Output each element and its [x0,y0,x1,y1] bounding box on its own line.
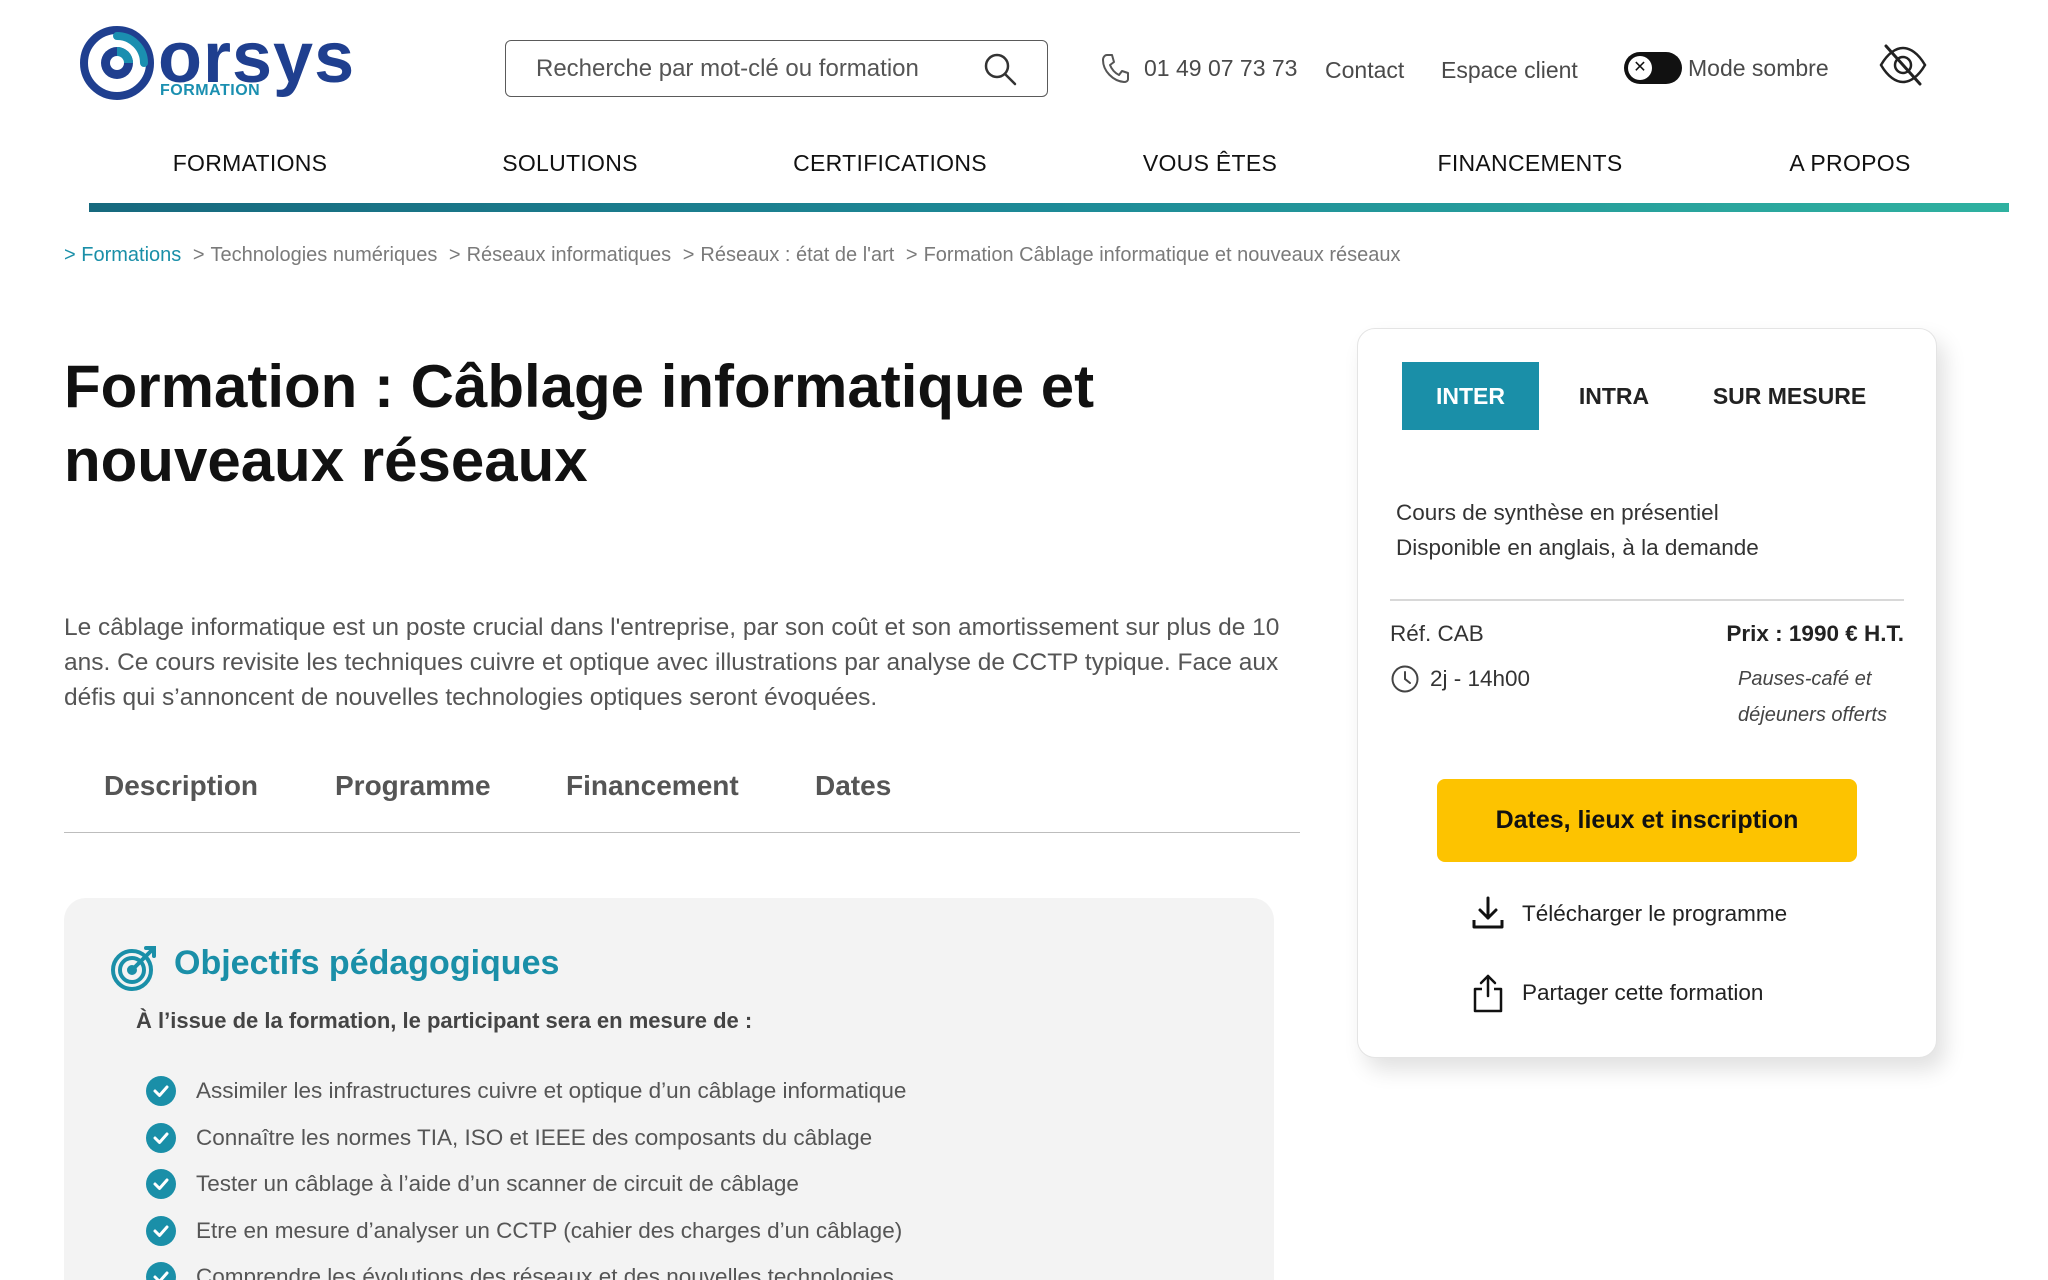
phone-icon [1102,54,1129,83]
phone-link[interactable]: 01 49 07 73 73 [1100,52,1297,84]
pauses-note: Pauses-café et déjeuners offerts [1738,661,1908,733]
dark-mode-toggle[interactable]: ✕ Mode sombre [1624,52,1829,84]
close-icon: ✕ [1628,56,1652,80]
divider [1390,599,1904,601]
pauses-line: Pauses-café et [1738,668,1872,690]
breadcrumb-separator: > [448,244,461,266]
search-input[interactable] [536,54,983,83]
check-circle-icon [146,1076,176,1107]
tab-sur-mesure[interactable]: SUR MESURE [1692,362,1887,430]
breadcrumb-item-etat-art[interactable]: Réseaux : état de l'art [700,244,894,266]
dates-inscription-button[interactable]: Dates, lieux et inscription [1437,779,1857,862]
tab-financement[interactable]: Financement [566,770,739,802]
search-icon[interactable] [983,52,1017,86]
nav-item-solutions[interactable]: SOLUTIONS [502,150,638,177]
breadcrumb-current: Formation Câblage informatique et nouvea… [923,244,1401,266]
share-formation-link[interactable]: Partager cette formation [1470,973,1763,1013]
dark-mode-label: Mode sombre [1688,55,1829,81]
download-label: Télécharger le programme [1522,901,1788,926]
duration-value: 2j - 14h00 [1430,666,1531,691]
objectives-title: Objectifs pédagogiques [174,944,560,982]
download-programme-link[interactable]: Télécharger le programme [1470,894,1787,934]
tab-dates[interactable]: Dates [815,770,891,802]
orsys-swirl-icon [80,26,154,100]
espace-client-link[interactable]: Espace client [1441,56,1578,84]
objectives-card: Objectifs pédagogiques À l’issue de la f… [64,898,1274,1280]
phone-number: 01 49 07 73 73 [1144,55,1298,81]
search-box [505,40,1048,97]
list-item: Assimiler les infrastructures cuivre et … [146,1068,906,1115]
target-icon [111,946,156,991]
check-circle-icon [146,1262,176,1280]
breadcrumb: > Formations > Technologies numériques > R… [64,244,1401,267]
dejeuners-line: déjeuners offerts [1738,704,1887,726]
eye-slash-icon[interactable] [1878,42,1928,88]
course-reference: Réf. CAB [1390,621,1484,646]
toggle-switch[interactable]: ✕ [1624,52,1682,84]
objectives-list: Assimiler les infrastructures cuivre et … [146,1068,906,1280]
check-circle-icon [146,1122,176,1153]
nav-item-financements[interactable]: FINANCEMENTS [1437,150,1622,177]
objectives-lead: À l’issue de la formation, le participan… [136,1008,753,1033]
logo-subtitle: FORMATION [160,82,261,99]
objective-text: Connaître les normes TIA, ISO et IEEE de… [196,1124,873,1150]
objective-text: Etre en mesure d’analyser un CCTP (cahie… [196,1217,903,1243]
objective-text: Comprendre les évolutions des réseaux et… [196,1264,894,1280]
nav-item-a-propos[interactable]: A PROPOS [1789,150,1910,177]
breadcrumb-separator: > [192,244,205,266]
nav-item-certifications[interactable]: CERTIFICATIONS [793,150,987,177]
clock-icon [1391,665,1419,693]
objective-text: Tester un câblage à l’aide d’un scanner … [196,1171,799,1197]
page-title: Formation : Câblage informatique et nouv… [64,353,1095,494]
list-item: Tester un câblage à l’aide d’un scanner … [146,1161,906,1208]
course-format-desc: Cours de synthèse en présentiel Disponib… [1396,495,1759,565]
course-summary-card: INTER INTRA SUR MESURE Cours de synthèse… [1357,328,1937,1058]
list-item: Etre en mesure d’analyser un CCTP (cahie… [146,1208,906,1255]
format-tabs: INTER INTRA SUR MESURE [1402,362,1902,430]
tab-programme[interactable]: Programme [335,770,491,802]
format-line: Cours de synthèse en présentiel [1396,500,1719,525]
course-price: Prix : 1990 € H.T. [1726,621,1904,646]
share-icon [1473,974,1503,1013]
check-circle-icon [146,1215,176,1246]
list-item: Connaître les normes TIA, ISO et IEEE de… [146,1115,906,1162]
course-intro: Le câblage informatique est un poste cru… [64,614,1280,711]
nav-item-formations[interactable]: FORMATIONS [173,150,328,177]
share-label: Partager cette formation [1522,980,1764,1005]
nav-accent-bar [89,203,2009,212]
breadcrumb-item-formations[interactable]: > Formations [64,244,181,266]
course-duration: 2j - 14h00 [1390,664,1530,694]
nav-item-vous-etes[interactable]: VOUS ÊTES [1143,150,1277,177]
main-nav: FORMATIONS SOLUTIONS CERTIFICATIONS VOUS… [90,150,2010,190]
check-circle-icon [146,1169,176,1200]
contact-link[interactable]: Contact [1325,56,1404,84]
breadcrumb-item-technologies[interactable]: Technologies numériques [211,244,438,266]
tab-description[interactable]: Description [104,770,258,802]
breadcrumb-item-reseaux[interactable]: Réseaux informatiques [467,244,672,266]
language-line: Disponible en anglais, à la demande [1396,535,1759,560]
breadcrumb-separator: > [905,244,918,266]
orsys-logo[interactable]: orsys FORMATION [80,18,360,106]
tab-intra[interactable]: INTRA [1550,362,1678,430]
objective-text: Assimiler les infrastructures cuivre et … [196,1078,907,1104]
list-item: Comprendre les évolutions des réseaux et… [146,1254,906,1280]
download-icon [1472,896,1504,929]
breadcrumb-separator: > [682,244,695,266]
tab-inter[interactable]: INTER [1402,362,1539,430]
content-tabs: Description Programme Financement Dates [64,770,1300,833]
